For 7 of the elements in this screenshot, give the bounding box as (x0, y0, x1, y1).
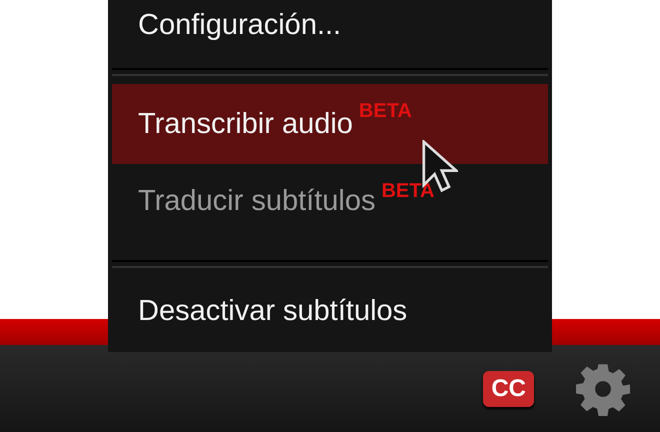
beta-label: BETA (358, 100, 412, 123)
settings-icon[interactable] (576, 362, 630, 416)
captions-button[interactable]: CC (483, 370, 534, 406)
menu-item[interactable]: Desactivar subtítulos (112, 276, 548, 346)
menu-item[interactable]: Transcribir audio BETA (112, 84, 548, 164)
menu-item[interactable]: Configuración... (112, 0, 548, 60)
beta-label: BETA (381, 180, 434, 203)
